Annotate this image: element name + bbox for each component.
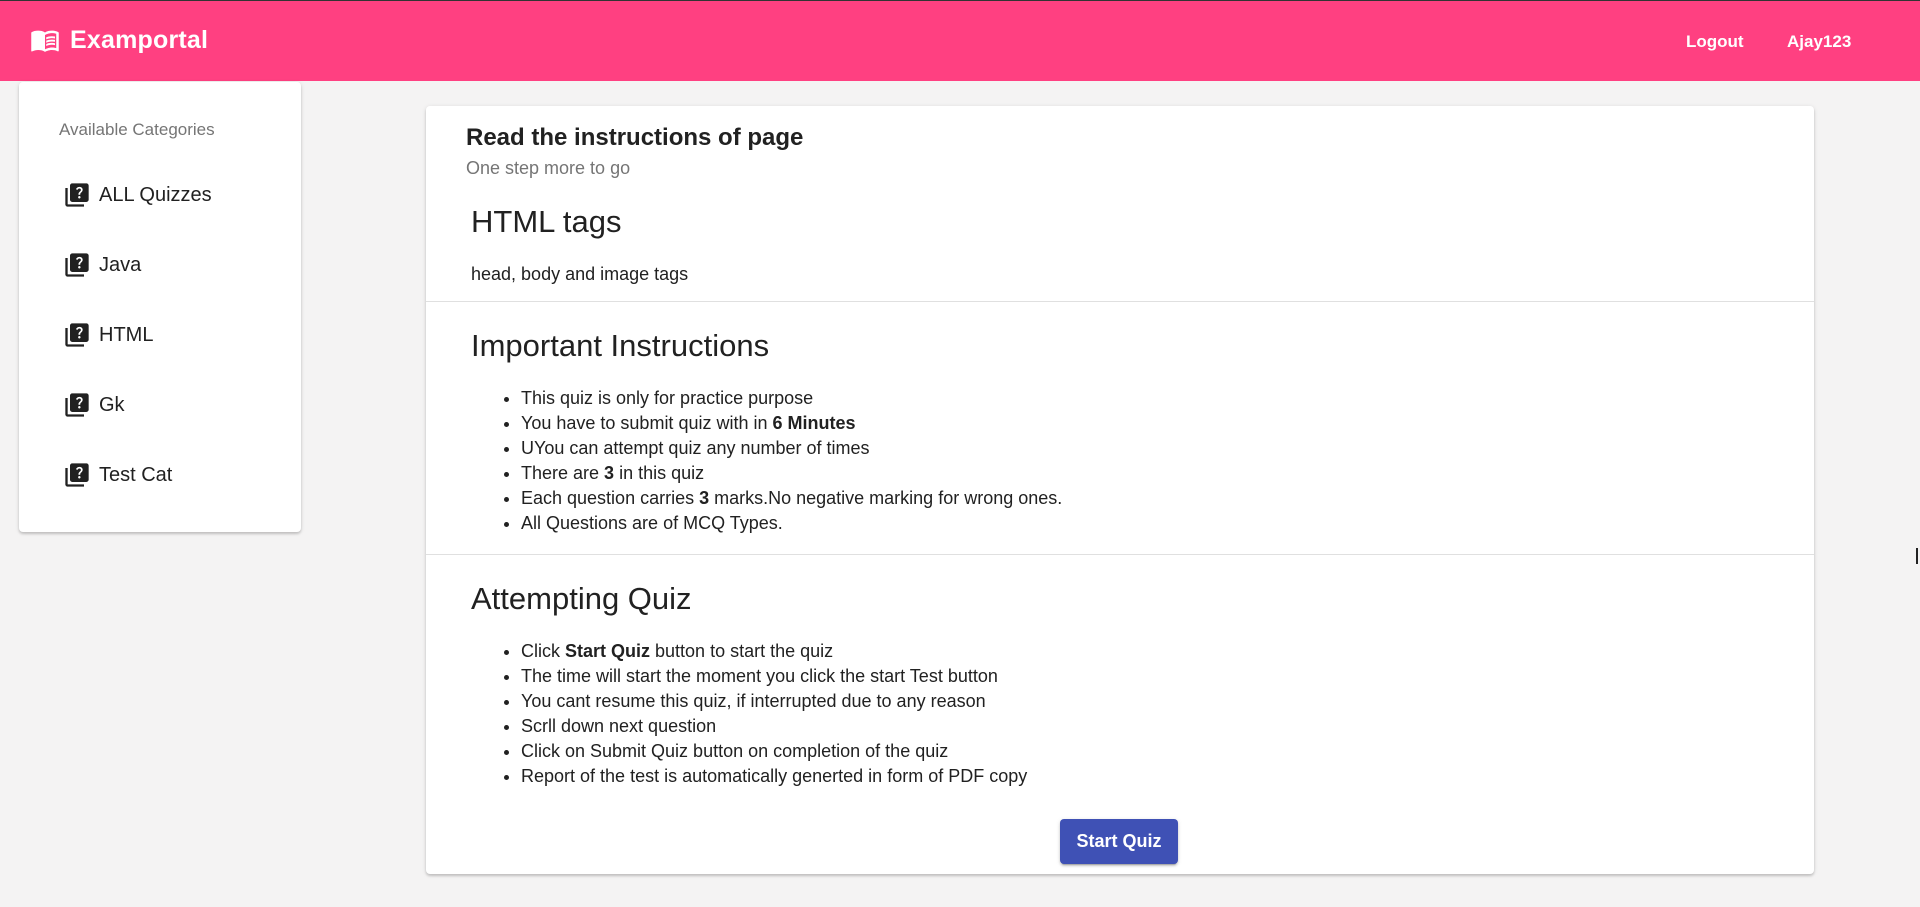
important-instructions-heading: Important Instructions — [471, 328, 770, 363]
list-item: The time will start the moment you click… — [521, 664, 1027, 689]
brand-link[interactable]: Examportal — [30, 25, 208, 55]
quiz-title: HTML tags — [471, 204, 622, 239]
list-item: Each question carries 3 marks.No negativ… — [521, 486, 1062, 511]
sidebar-item-label: HTML — [99, 323, 154, 346]
quiz-library-icon — [65, 393, 89, 417]
card-title: Read the instructions of page — [466, 124, 804, 151]
sidebar-item-label: ALL Quizzes — [99, 183, 212, 206]
quiz-library-icon — [65, 183, 89, 207]
list-item: All Questions are of MCQ Types. — [521, 511, 1062, 536]
sidebar-item-java[interactable]: Java — [63, 245, 283, 285]
list-item: Report of the test is automatically gene… — [521, 764, 1027, 789]
text-cursor — [1916, 548, 1918, 564]
section-divider — [426, 554, 1814, 555]
start-quiz-button[interactable]: Start Quiz — [1060, 819, 1178, 864]
quiz-library-icon — [65, 323, 89, 347]
user-profile-button[interactable]: Ajay123 — [1771, 25, 1867, 59]
attempting-quiz-heading: Attempting Quiz — [471, 581, 692, 616]
logout-button[interactable]: Logout — [1670, 25, 1760, 59]
menu-book-icon — [31, 30, 59, 52]
instructions-card: Read the instructions of page One step m… — [426, 106, 1814, 874]
categories-sidebar: Available Categories ALL Quizzes Java HT… — [19, 82, 301, 532]
important-instructions-list: This quiz is only for practice purpose Y… — [521, 386, 1062, 536]
list-item: There are 3 in this quiz — [521, 461, 1062, 486]
sidebar-item-label: Test Cat — [99, 463, 173, 486]
attempting-quiz-list: Click Start Quiz button to start the qui… — [521, 639, 1027, 789]
quiz-library-icon — [65, 463, 89, 487]
card-subtitle: One step more to go — [466, 158, 631, 178]
list-item: Click Start Quiz button to start the qui… — [521, 639, 1027, 664]
sidebar-item-label: Gk — [99, 393, 125, 416]
sidebar-item-test-cat[interactable]: Test Cat — [63, 455, 283, 495]
sidebar-item-all-quizzes[interactable]: ALL Quizzes — [63, 175, 283, 215]
top-toolbar: Examportal Logout Ajay123 — [0, 0, 1920, 81]
list-item: UYou can attempt quiz any number of time… — [521, 436, 1062, 461]
sidebar-item-gk[interactable]: Gk — [63, 385, 283, 425]
list-item: Click on Submit Quiz button on completio… — [521, 739, 1027, 764]
section-divider — [426, 301, 1814, 302]
list-item: This quiz is only for practice purpose — [521, 386, 1062, 411]
sidebar-header: Available Categories — [59, 120, 215, 139]
brand-title: Examportal — [70, 25, 209, 54]
quiz-description: head, body and image tags — [471, 264, 689, 284]
sidebar-item-label: Java — [99, 253, 142, 276]
list-item: You have to submit quiz with in 6 Minute… — [521, 411, 1062, 436]
quiz-library-icon — [65, 253, 89, 277]
sidebar-item-html[interactable]: HTML — [63, 315, 283, 355]
list-item: You cant resume this quiz, if interrupte… — [521, 689, 1027, 714]
list-item: Scrll down next question — [521, 714, 1027, 739]
